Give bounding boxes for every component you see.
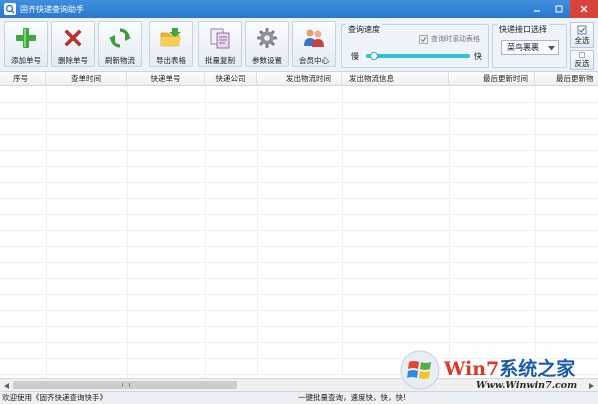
members-icon bbox=[301, 25, 327, 50]
select-all-button[interactable]: 全选 bbox=[570, 22, 594, 48]
chevron-down-icon bbox=[547, 44, 555, 52]
api-selected-value: 菜鸟裹裹 bbox=[507, 43, 539, 52]
batch-copy-label: 批量复制 bbox=[205, 56, 235, 65]
refresh-icon bbox=[107, 25, 133, 50]
grid-row-line bbox=[0, 214, 598, 215]
refresh-logistics-label: 刷新物流 bbox=[105, 56, 135, 65]
grid-column-line bbox=[205, 86, 206, 378]
close-icon bbox=[580, 5, 588, 13]
settings-button[interactable]: 参数设置 bbox=[245, 21, 289, 67]
close-button[interactable] bbox=[570, 0, 598, 18]
column-header-tracking-number[interactable]: 快递单号 bbox=[127, 72, 205, 86]
slow-label: 慢 bbox=[351, 52, 359, 61]
delete-x-icon bbox=[60, 25, 86, 50]
grid-column-line bbox=[535, 86, 536, 378]
api-select-title: 快递接口选择 bbox=[497, 24, 549, 35]
export-table-label: 导出表格 bbox=[156, 56, 186, 65]
watermark-brand: Win7系统之家 bbox=[444, 354, 575, 381]
select-all-label: 全选 bbox=[574, 36, 590, 45]
grid-column-line bbox=[46, 86, 47, 378]
delete-number-label: 删除单号 bbox=[58, 56, 88, 65]
delete-number-button[interactable]: 删除单号 bbox=[51, 21, 95, 67]
scroll-table-label: 查询时滚动表格 bbox=[431, 35, 480, 43]
windows-logo-icon bbox=[400, 350, 440, 390]
export-table-button[interactable]: 导出表格 bbox=[149, 21, 193, 67]
grid-column-line bbox=[449, 86, 450, 378]
watermark-brand-main: Win7 bbox=[444, 358, 500, 380]
query-speed-group: 查询速度 查询时滚动表格 慢 快 bbox=[341, 24, 489, 68]
site-watermark: Win7系统之家 Www.Winwin7.com bbox=[400, 350, 598, 398]
invert-select-button[interactable]: 反选 bbox=[570, 50, 594, 70]
grid-column-line bbox=[342, 86, 343, 378]
gear-icon bbox=[254, 25, 280, 50]
scroll-table-checkbox[interactable]: 查询时滚动表格 bbox=[419, 34, 480, 44]
grid-row-line bbox=[0, 294, 598, 295]
scrollbar-thumb[interactable] bbox=[13, 381, 237, 389]
batch-copy-button[interactable]: 批量复制 bbox=[198, 21, 242, 67]
grid-row-line bbox=[0, 342, 598, 343]
column-header-last-update-info[interactable]: 最后更新物 bbox=[535, 72, 598, 86]
grid-column-line bbox=[127, 86, 128, 378]
settings-label: 参数设置 bbox=[252, 56, 282, 65]
minimize-button[interactable] bbox=[526, 0, 548, 18]
grid-row-line bbox=[0, 102, 598, 103]
member-center-button[interactable]: 会员中心 bbox=[292, 21, 336, 67]
checkbox-check-icon bbox=[419, 34, 428, 44]
add-number-button[interactable]: 添加单号 bbox=[4, 21, 48, 67]
grid-row-line bbox=[0, 246, 598, 247]
select-all-icon bbox=[577, 25, 587, 35]
add-number-label: 添加单号 bbox=[11, 56, 41, 65]
table-body bbox=[0, 86, 598, 378]
speed-slider[interactable] bbox=[366, 54, 470, 58]
column-header-courier[interactable]: 快递公司 bbox=[205, 72, 257, 86]
column-header-index[interactable]: 序号 bbox=[0, 72, 46, 86]
grid-row-line bbox=[0, 150, 598, 151]
maximize-icon bbox=[555, 5, 563, 13]
fast-label: 快 bbox=[474, 52, 482, 61]
scrollbar-grip bbox=[122, 383, 130, 387]
shipment-table[interactable]: 序号 查单时间 快递单号 快递公司 发出物流时间 发出物流信息 最后更新时间 最… bbox=[0, 72, 598, 378]
grid-row-line bbox=[0, 262, 598, 263]
grid-row-line bbox=[0, 230, 598, 231]
maximize-button[interactable] bbox=[548, 0, 570, 18]
scroll-left-button[interactable] bbox=[1, 381, 11, 390]
member-center-label: 会员中心 bbox=[299, 56, 329, 65]
title-bar: 固齐快递查询助手 bbox=[0, 0, 598, 18]
api-select-dropdown[interactable]: 菜鸟裹裹 bbox=[501, 40, 559, 55]
toolbar: 添加单号 删除单号 刷新物流 导出表格 批量复制 参数设置 会员中心 查询速度 … bbox=[0, 18, 598, 72]
grid-row-line bbox=[0, 278, 598, 279]
grid-row-line bbox=[0, 310, 598, 311]
column-header-last-update-time[interactable]: 最后更新时间 bbox=[449, 72, 535, 86]
refresh-logistics-button[interactable]: 刷新物流 bbox=[98, 21, 142, 67]
speed-slider-thumb[interactable] bbox=[370, 52, 379, 60]
query-speed-title: 查询速度 bbox=[346, 24, 382, 35]
invert-select-label: 反选 bbox=[574, 59, 590, 68]
api-select-group: 快递接口选择 菜鸟裹裹 bbox=[492, 24, 567, 68]
status-slogan-text: 一键批量查询，速度快，快，快! bbox=[298, 393, 407, 402]
watermark-site: Www.Winwin7.com bbox=[476, 380, 578, 391]
grid-row-line bbox=[0, 326, 598, 327]
export-folder-icon bbox=[158, 25, 184, 50]
grid-row-line bbox=[0, 118, 598, 119]
plus-icon bbox=[13, 25, 39, 50]
app-logo-icon bbox=[4, 3, 16, 15]
column-header-query-time[interactable]: 查单时间 bbox=[46, 72, 127, 86]
grid-row-line bbox=[0, 182, 598, 183]
chevron-left-icon bbox=[3, 382, 9, 389]
copy-icon bbox=[207, 25, 233, 50]
watermark-brand-rest: 系统之家 bbox=[499, 358, 576, 380]
status-welcome-text: 欢迎使用《固齐快递查询快手》 bbox=[2, 393, 107, 402]
grid-row-line bbox=[0, 134, 598, 135]
window-title: 固齐快递查询助手 bbox=[20, 4, 84, 14]
grid-column-line bbox=[257, 86, 258, 378]
grid-row-line bbox=[0, 198, 598, 199]
column-header-send-info[interactable]: 发出物流信息 bbox=[342, 72, 449, 86]
grid-row-line bbox=[0, 166, 598, 167]
minimize-icon bbox=[534, 10, 540, 12]
column-header-send-time[interactable]: 发出物流时间 bbox=[257, 72, 342, 86]
table-header: 序号 查单时间 快递单号 快递公司 发出物流时间 发出物流信息 最后更新时间 最… bbox=[0, 72, 598, 86]
